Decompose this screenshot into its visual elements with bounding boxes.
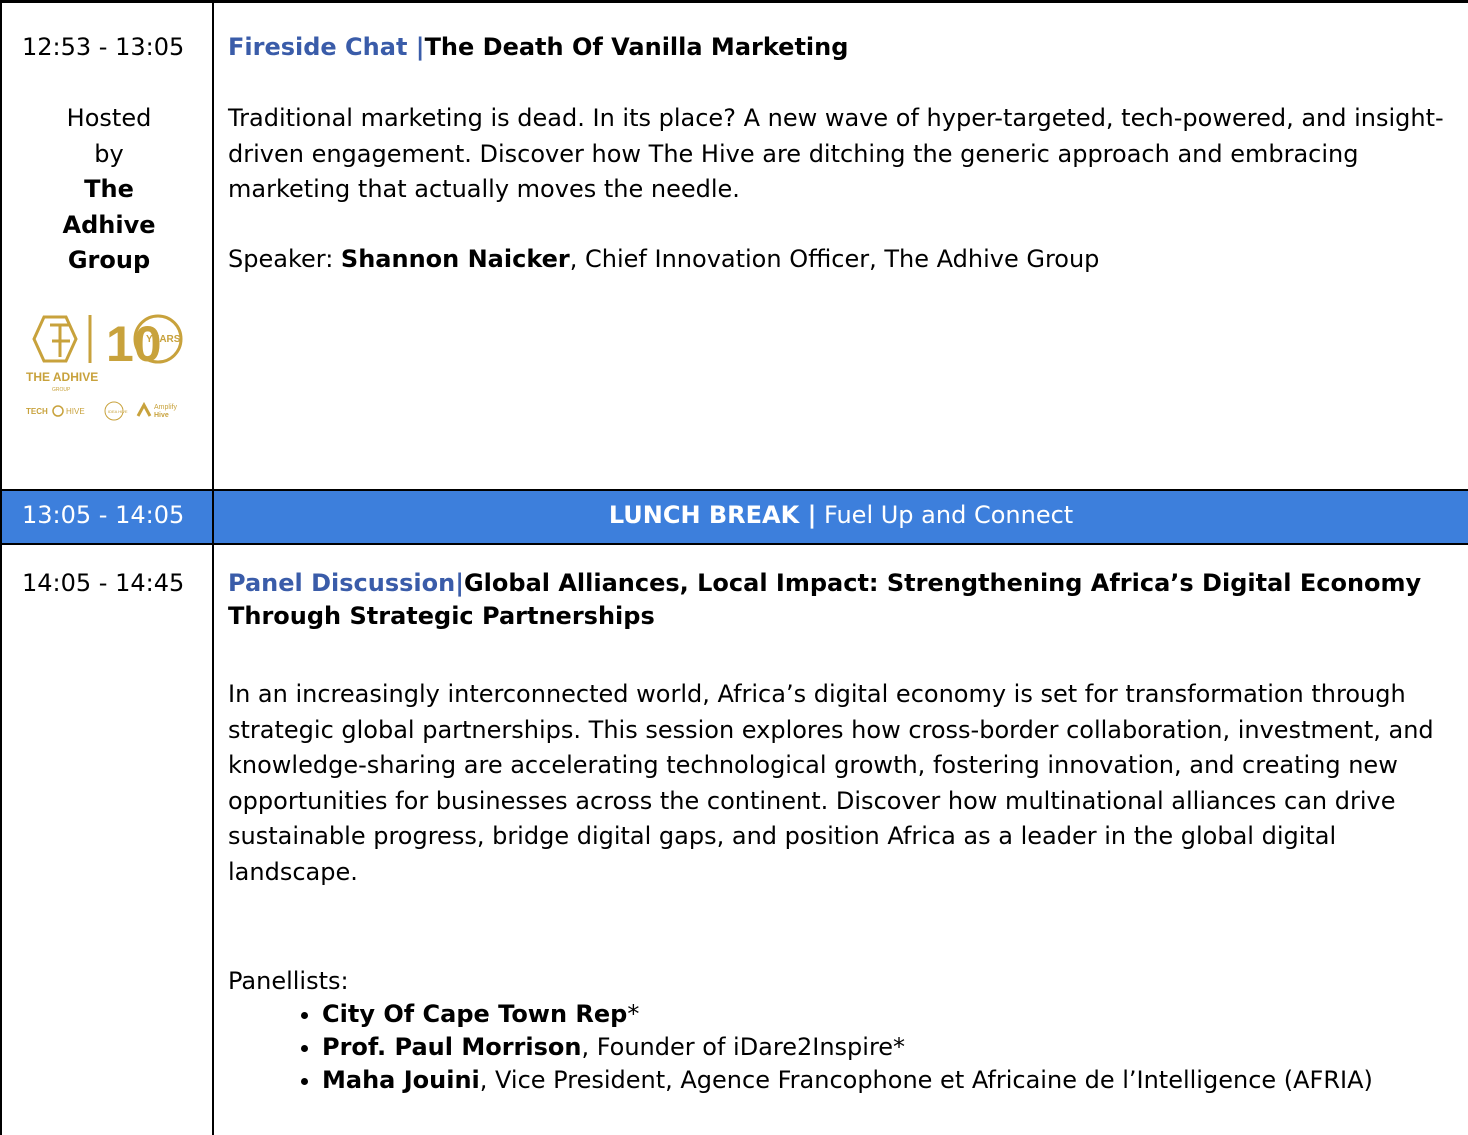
svg-text:Hive: Hive [154,412,169,419]
session-time: 14:05 - 14:45 [22,569,185,597]
panellist-name: City Of Cape Town Rep [322,1000,628,1028]
svg-text:IDEA HIVE: IDEA HIVE [108,409,128,414]
session-title: Fireside Chat |The Death Of Vanilla Mark… [228,33,848,61]
agenda-row-fireside-chat: 12:53 - 13:05 Hosted by The Adhive Group… [0,0,1468,491]
adhive-logo: 10 YEARS THE ADHIVE GROUP TECH HIVE IDEA… [26,314,183,421]
svg-text:TECH: TECH [26,407,48,416]
panellists-section: Panellists: City Of Cape Town Rep* Prof.… [228,965,1448,1097]
time-cell: 13:05 - 14:05 [0,491,214,543]
title-separator: | [407,33,425,61]
svg-text:Amplify: Amplify [154,404,177,411]
svg-text:HIVE: HIVE [66,407,85,416]
by-label: by [94,139,124,168]
svg-text:YEARS: YEARS [146,334,181,345]
session-title: Panel Discussion|Global Alliances, Local… [228,567,1448,633]
speaker-label: Speaker: [228,245,341,273]
agenda-row-lunch-break: 13:05 - 14:05 LUNCH BREAK | Fuel Up and … [0,491,1468,545]
svg-text:THE ADHIVE: THE ADHIVE [26,370,98,384]
host-name-line: Group [67,246,151,274]
panellists-list: City Of Cape Town Rep* Prof. Paul Morris… [228,998,1448,1097]
agenda-row-panel-discussion: 14:05 - 14:45 Panel Discussion|Global Al… [0,545,1468,1135]
host-name-line: The [84,175,134,203]
session-description: Traditional marketing is dead. In its pl… [228,104,1444,203]
panellist-detail: , Vice President, Agence Francophone et … [479,1066,1373,1094]
hosted-by: Hosted by The Adhive Group [2,101,216,279]
panellists-label: Panellists: [228,967,349,995]
lunch-break-subtitle: Fuel Up and Connect [816,501,1074,529]
panellist-detail: , Founder of iDare2Inspire* [581,1033,906,1061]
list-item: Maha Jouini, Vice President, Agence Fran… [322,1064,1448,1097]
session-time: 12:53 - 13:05 [22,33,185,61]
session-time: 13:05 - 14:05 [22,501,185,529]
speaker-name: Shannon Naicker [340,245,570,273]
lunch-break-title: LUNCH BREAK | [608,501,817,529]
speaker-role: , Chief Innovation Officer, The Adhive G… [569,245,1100,273]
session-description: In an increasingly interconnected world,… [228,680,1434,886]
time-cell: 14:05 - 14:45 [0,545,214,1135]
lunch-break-label: LUNCH BREAK | Fuel Up and Connect [214,501,1468,529]
panellist-detail: * [627,1000,640,1028]
session-category: Panel Discussion [228,569,456,597]
svg-text:GROUP: GROUP [52,387,71,393]
list-item: Prof. Paul Morrison, Founder of iDare2In… [322,1031,1448,1064]
agenda-table: 12:53 - 13:05 Hosted by The Adhive Group… [0,0,1468,1135]
list-item: City Of Cape Town Rep* [322,998,1448,1031]
host-name-line: Adhive [62,210,156,239]
panellist-name: Maha Jouini [322,1066,480,1094]
session-title-text: The Death Of Vanilla Marketing [424,33,849,61]
panellist-name: Prof. Paul Morrison [322,1033,582,1061]
time-cell: 12:53 - 13:05 Hosted by The Adhive Group… [0,3,214,489]
title-separator: | [455,569,464,597]
hosted-label: Hosted [66,104,152,132]
speaker-line: Speaker: Shannon Naicker, Chief Innovati… [228,245,1099,273]
session-category: Fireside Chat [228,33,408,61]
